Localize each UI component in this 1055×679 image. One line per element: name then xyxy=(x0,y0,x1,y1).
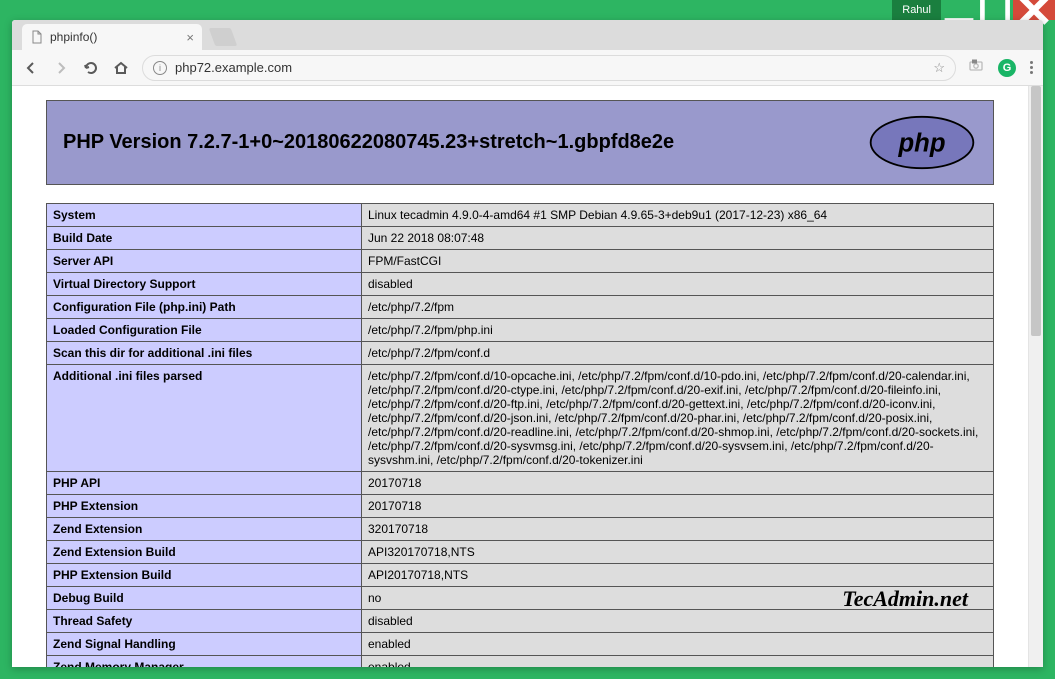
config-value: 20170718 xyxy=(362,472,994,495)
window-minimize-button[interactable] xyxy=(941,0,977,20)
tab-strip: phpinfo() × xyxy=(12,20,1043,50)
browser-viewport: PHP Version 7.2.7-1+0~20180622080745.23+… xyxy=(12,86,1043,667)
table-row: Zend Signal Handlingenabled xyxy=(47,633,994,656)
browser-toolbar: i php72.example.com ☆ G xyxy=(12,50,1043,86)
forward-button[interactable] xyxy=(52,59,70,77)
user-badge: Rahul xyxy=(892,0,941,20)
config-value: disabled xyxy=(362,610,994,633)
config-key: Thread Safety xyxy=(47,610,362,633)
table-row: Debug Buildno xyxy=(47,587,994,610)
table-row: Loaded Configuration File/etc/php/7.2/fp… xyxy=(47,319,994,342)
toolbar-right-icons: G xyxy=(968,57,1033,78)
browser-tab[interactable]: phpinfo() × xyxy=(22,24,202,50)
url-text: php72.example.com xyxy=(175,60,292,75)
config-value: /etc/php/7.2/fpm/php.ini xyxy=(362,319,994,342)
phpinfo-table: SystemLinux tecadmin 4.9.0-4-amd64 #1 SM… xyxy=(46,203,994,667)
php-version-heading: PHP Version 7.2.7-1+0~20180622080745.23+… xyxy=(63,131,674,154)
table-row: Virtual Directory Supportdisabled xyxy=(47,273,994,296)
vertical-scrollbar[interactable] xyxy=(1028,86,1043,667)
reload-button[interactable] xyxy=(82,59,100,77)
table-row: Build DateJun 22 2018 08:07:48 xyxy=(47,227,994,250)
bookmark-star-icon[interactable]: ☆ xyxy=(933,60,945,76)
config-key: Build Date xyxy=(47,227,362,250)
table-row: Thread Safetydisabled xyxy=(47,610,994,633)
table-row: SystemLinux tecadmin 4.9.0-4-amd64 #1 SM… xyxy=(47,204,994,227)
config-key: Zend Signal Handling xyxy=(47,633,362,656)
home-button[interactable] xyxy=(112,59,130,77)
config-key: Debug Build xyxy=(47,587,362,610)
table-row: Scan this dir for additional .ini files/… xyxy=(47,342,994,365)
browser-window: phpinfo() × i php72.example.com ☆ G PHP … xyxy=(12,20,1043,667)
config-value: no xyxy=(362,587,994,610)
address-bar[interactable]: i php72.example.com ☆ xyxy=(142,55,956,81)
table-row: PHP API20170718 xyxy=(47,472,994,495)
config-value: enabled xyxy=(362,633,994,656)
config-key: Zend Extension Build xyxy=(47,541,362,564)
table-row: Configuration File (php.ini) Path/etc/ph… xyxy=(47,296,994,319)
config-key: PHP API xyxy=(47,472,362,495)
config-key: Zend Memory Manager xyxy=(47,656,362,668)
browser-menu-icon[interactable] xyxy=(1030,61,1033,74)
camera-icon[interactable] xyxy=(968,57,984,78)
php-logo-icon: php xyxy=(867,115,977,170)
config-key: Server API xyxy=(47,250,362,273)
config-value: /etc/php/7.2/fpm/conf.d/10-opcache.ini, … xyxy=(362,365,994,472)
table-row: Zend Extension320170718 xyxy=(47,518,994,541)
config-key: System xyxy=(47,204,362,227)
page-content: PHP Version 7.2.7-1+0~20180622080745.23+… xyxy=(12,86,1028,667)
config-key: Loaded Configuration File xyxy=(47,319,362,342)
window-close-button[interactable] xyxy=(1013,0,1055,20)
grammarly-icon[interactable]: G xyxy=(998,59,1016,77)
back-button[interactable] xyxy=(22,59,40,77)
config-value: FPM/FastCGI xyxy=(362,250,994,273)
new-tab-button[interactable] xyxy=(209,28,238,46)
table-row: Zend Memory Managerenabled xyxy=(47,656,994,668)
config-value: API20170718,NTS xyxy=(362,564,994,587)
table-row: PHP Extension BuildAPI20170718,NTS xyxy=(47,564,994,587)
config-value: /etc/php/7.2/fpm/conf.d xyxy=(362,342,994,365)
config-value: disabled xyxy=(362,273,994,296)
config-key: PHP Extension Build xyxy=(47,564,362,587)
table-row: Additional .ini files parsed/etc/php/7.2… xyxy=(47,365,994,472)
config-value: /etc/php/7.2/fpm xyxy=(362,296,994,319)
config-value: 20170718 xyxy=(362,495,994,518)
window-maximize-button[interactable] xyxy=(977,0,1013,20)
tab-title: phpinfo() xyxy=(50,30,97,44)
config-value: Jun 22 2018 08:07:48 xyxy=(362,227,994,250)
config-key: Scan this dir for additional .ini files xyxy=(47,342,362,365)
config-value: Linux tecadmin 4.9.0-4-amd64 #1 SMP Debi… xyxy=(362,204,994,227)
site-info-icon[interactable]: i xyxy=(153,61,167,75)
scrollbar-thumb[interactable] xyxy=(1031,86,1041,336)
config-key: Configuration File (php.ini) Path xyxy=(47,296,362,319)
svg-text:php: php xyxy=(897,130,945,158)
table-row: PHP Extension20170718 xyxy=(47,495,994,518)
tab-close-icon[interactable]: × xyxy=(186,30,194,45)
config-value: API320170718,NTS xyxy=(362,541,994,564)
php-version-header: PHP Version 7.2.7-1+0~20180622080745.23+… xyxy=(46,100,994,185)
config-key: Zend Extension xyxy=(47,518,362,541)
config-key: PHP Extension xyxy=(47,495,362,518)
page-icon xyxy=(30,30,44,44)
config-key: Additional .ini files parsed xyxy=(47,365,362,472)
config-value: enabled xyxy=(362,656,994,668)
table-row: Server APIFPM/FastCGI xyxy=(47,250,994,273)
table-row: Zend Extension BuildAPI320170718,NTS xyxy=(47,541,994,564)
config-key: Virtual Directory Support xyxy=(47,273,362,296)
window-titlebar: Rahul xyxy=(0,0,1055,20)
config-value: 320170718 xyxy=(362,518,994,541)
